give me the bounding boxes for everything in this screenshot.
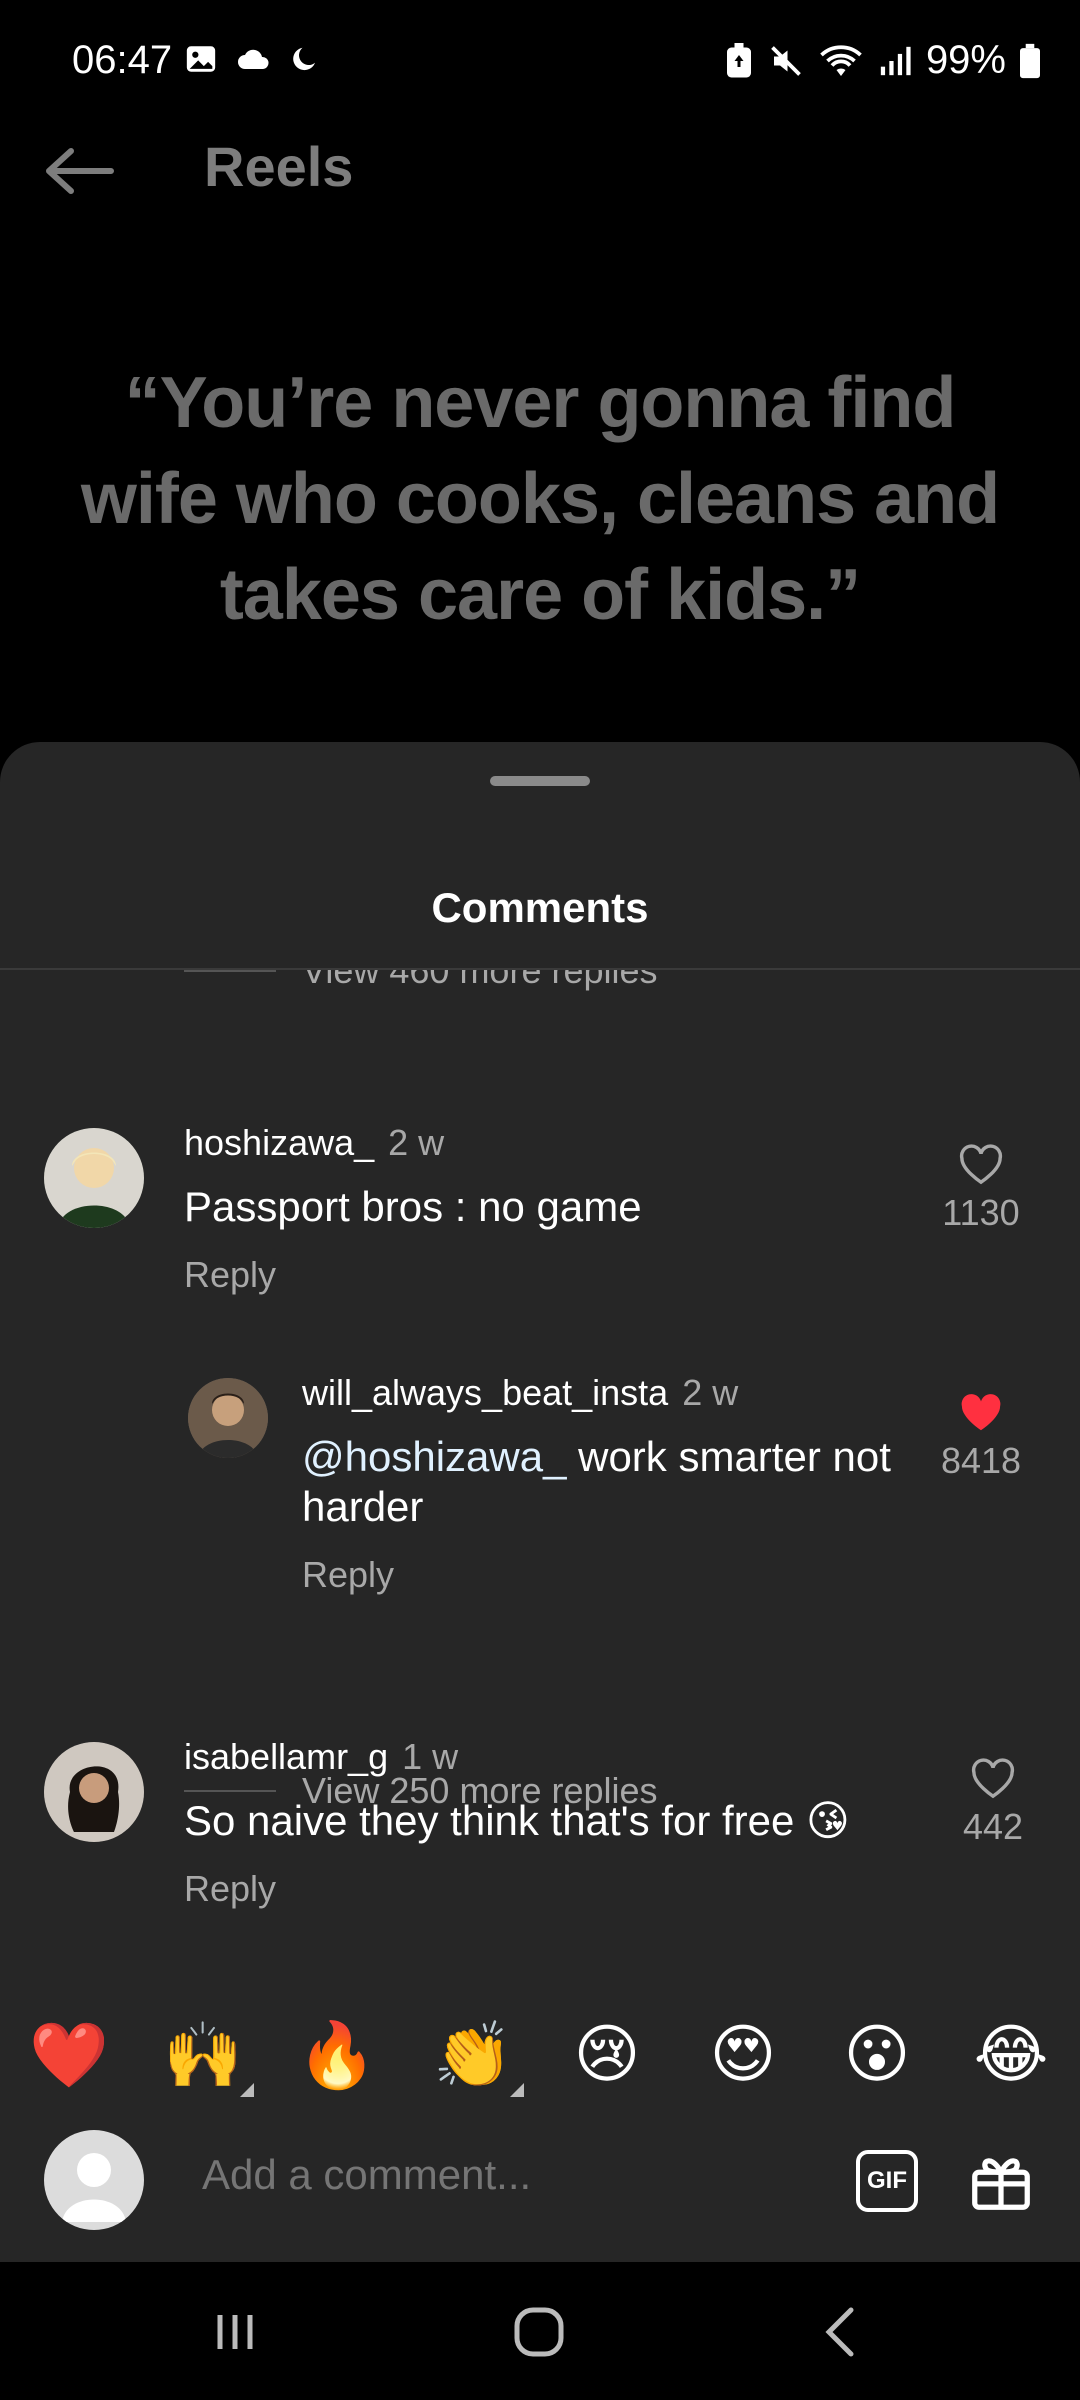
comment-text: Passport bros : no game: [184, 1183, 642, 1230]
like-button[interactable]: 1130: [926, 1144, 1036, 1234]
back-arrow-icon: [46, 148, 114, 194]
comment-text: So naive they think that's for free 😘: [184, 1797, 850, 1844]
emoji-surprised-face[interactable]: 😮: [832, 2018, 922, 2092]
comments-title: Comments: [431, 884, 649, 931]
emoji-tears-of-joy[interactable]: 😂: [966, 2018, 1056, 2092]
drag-handle[interactable]: [490, 776, 590, 786]
like-count: 8418: [940, 1440, 1022, 1481]
comment-time: 2 w: [682, 1372, 739, 1413]
comment-input[interactable]: [200, 2150, 824, 2200]
avatar[interactable]: [44, 1742, 144, 1842]
emoji-clapping-hands[interactable]: 👏: [428, 2018, 524, 2097]
comment-username[interactable]: hoshizawa_: [184, 1122, 374, 1163]
like-button[interactable]: 8418: [926, 1392, 1036, 1482]
like-count: 1130: [942, 1192, 1020, 1233]
system-nav-bar: [0, 2262, 1080, 2400]
chevron-left-icon: [825, 2307, 854, 2357]
comment-composer: GIF: [0, 2124, 1080, 2262]
home-icon: [514, 2307, 564, 2357]
reply-button[interactable]: Reply: [184, 1868, 276, 1910]
emoji-crying-face[interactable]: 😢: [562, 2018, 652, 2092]
emoji-raising-hands[interactable]: 🙌: [158, 2018, 254, 2097]
status-time: 06:47: [72, 38, 173, 82]
cloud-icon: [238, 49, 269, 69]
back-nav-button[interactable]: [796, 2292, 886, 2372]
reply-button[interactable]: Reply: [302, 1554, 394, 1596]
comment-username[interactable]: will_always_beat_insta: [302, 1372, 668, 1413]
comment-username[interactable]: isabellamr_g: [184, 1736, 388, 1777]
battery-percent: 99%: [925, 38, 1006, 82]
mention-link[interactable]: @hoshizawa_: [302, 1433, 566, 1480]
status-bar: 06:47 99%: [0, 0, 1080, 120]
skin-tone-indicator: [240, 2083, 254, 2097]
reply-comment-item: angelsanzc7 d: [0, 1916, 1080, 1982]
recent-apps-button[interactable]: [190, 2292, 280, 2372]
emoji-fire[interactable]: 🔥: [292, 2018, 382, 2093]
comment-text: @hoshizawa_ work smarter not harder: [302, 1432, 922, 1532]
gallery-icon: [186, 46, 216, 72]
top-bar: Reels: [0, 120, 1080, 220]
gift-icon[interactable]: [966, 2146, 1036, 2216]
comment-time: 2 w: [388, 1122, 445, 1163]
comment-item: isabellamr_g 1 w So naive they think that…: [0, 1668, 1080, 1909]
avatar[interactable]: [188, 1378, 268, 1458]
wifi-icon: [820, 44, 862, 76]
emoji-reaction-bar: ❤️ 🙌 🔥 👏 😢 😍 😮 😂: [0, 1982, 1080, 2122]
comments-list[interactable]: View 460 more replies hoshizawa_ 2 w Pass…: [0, 970, 1080, 1982]
emoji-heart[interactable]: ❤️: [24, 2018, 114, 2093]
comments-sheet: Comments View 460 more replies hoshizawa…: [0, 742, 1080, 2262]
like-button[interactable]: 442: [938, 1758, 1048, 1848]
moon-icon: [293, 47, 315, 71]
skin-tone-indicator: [510, 2083, 524, 2097]
recents-icon: [217, 2315, 253, 2349]
home-button[interactable]: [494, 2292, 584, 2372]
reel-quote-text: “You’re never gonna find wife who cooks,…: [80, 363, 1000, 635]
back-button[interactable]: [40, 136, 120, 206]
heart-filled-icon: [961, 1394, 1001, 1431]
reply-button[interactable]: Reply: [184, 1254, 276, 1296]
my-avatar: [44, 2130, 144, 2230]
avatar[interactable]: [44, 1128, 144, 1228]
comment-item: hoshizawa_ 2 w Passport bros : no game Re…: [0, 1050, 1080, 1295]
battery-icon: [1020, 43, 1040, 78]
view-more-replies-top[interactable]: View 460 more replies: [184, 970, 658, 992]
comment-time: 1 w: [402, 1736, 459, 1777]
view-replies-label: View 460 more replies: [302, 970, 658, 991]
gif-button[interactable]: GIF: [856, 2150, 918, 2212]
mute-icon: [771, 45, 801, 76]
default-avatar-icon: [62, 2153, 126, 2222]
battery-saver-icon: [726, 42, 751, 77]
heart-outline-icon: [959, 1144, 1003, 1185]
signal-icon: [880, 46, 911, 75]
page-title: Reels: [204, 135, 354, 198]
heart-outline-icon: [971, 1758, 1015, 1799]
gif-label: GIF: [867, 2167, 907, 2194]
reply-comment-item: will_always_beat_insta 2 w @hoshizawa_ wo…: [0, 1300, 1080, 1595]
like-count: 442: [962, 1806, 1024, 1847]
emoji-heart-eyes[interactable]: 😍: [698, 2018, 788, 2092]
replies-line: [184, 970, 276, 972]
